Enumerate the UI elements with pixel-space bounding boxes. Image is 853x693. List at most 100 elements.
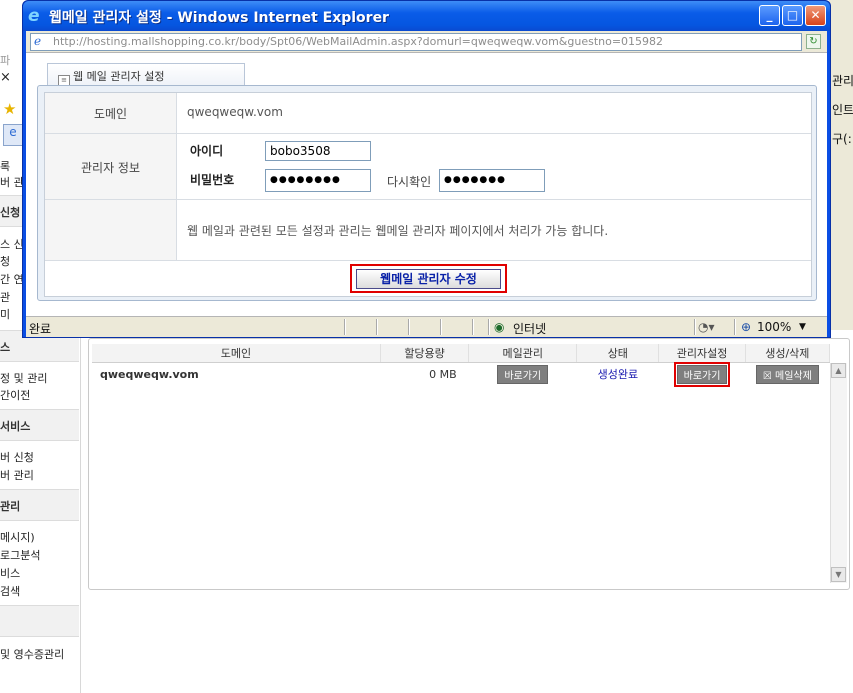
maximize-icon[interactable]: □ <box>782 5 803 26</box>
label-cell: 관리자 정보 <box>45 134 177 199</box>
sidebar-fragment[interactable]: 청 <box>0 253 10 269</box>
domain-cell: qweqweqw.vom <box>100 367 199 381</box>
close-icon[interactable]: × <box>0 70 11 85</box>
sidebar-item[interactable]: 로그분석 <box>0 547 40 563</box>
column-header: 상태 <box>576 344 660 363</box>
status-text: 완료 <box>29 322 52 336</box>
password-label: 비밀번호 <box>190 173 235 187</box>
domain-label: 도메인 <box>93 107 128 121</box>
minimize-icon[interactable]: _ <box>759 5 780 26</box>
update-admin-button[interactable]: 웹메일 관리자 수정 <box>356 269 501 289</box>
background-toolbar-right <box>829 0 853 330</box>
password-confirm-label: 다시확인 <box>387 175 432 189</box>
sidebar-item[interactable]: 메시지) <box>0 529 35 545</box>
delete-box-icon: ☒ <box>762 370 775 382</box>
column-header: 도메인 <box>92 344 381 363</box>
divider <box>488 319 490 335</box>
table-header-row: 도메인 할당용량 메일관리 상태 관리자설정 생성/삭제 <box>92 344 831 363</box>
page-status-icon[interactable]: ↻ <box>806 34 821 49</box>
column-header: 관리자설정 <box>658 344 746 363</box>
globe-icon: ◉ <box>494 320 505 334</box>
sidebar-fragment[interactable]: 간 연 <box>0 271 24 287</box>
sidebar-fragment: 파 <box>0 54 11 67</box>
page-icon: ℯ <box>34 34 42 48</box>
sidebar-item[interactable]: 버 관리 <box>0 467 34 483</box>
domain-value: qweqweqw.vom <box>187 105 283 119</box>
divider <box>440 319 442 335</box>
notice-text: 웹 메일과 관련된 모든 설정과 관리는 웹메일 관리자 페이지에서 처리가 가… <box>187 224 609 238</box>
status-cell: 생성완료 <box>597 368 639 381</box>
admin-goto-button[interactable]: 바로가기 <box>673 361 731 387</box>
label-cell: 도메인 <box>45 93 177 133</box>
mail-delete-button[interactable]: ☒ 메일삭제 <box>755 364 819 384</box>
divider <box>376 319 378 335</box>
tab-label: 웹 메일 관리자 설정 <box>73 70 165 83</box>
mail-goto-button[interactable]: 바로가기 <box>497 364 549 384</box>
sidebar-section: 관리 <box>0 489 79 521</box>
window-title: 웹메일 관리자 설정 - Windows Internet Explorer <box>49 10 389 26</box>
id-label: 아이디 <box>190 144 224 158</box>
table-row: qweqweqw.vom 0 MB 바로가기 생성완료 바로가기 ☒ 메일삭제 <box>92 361 830 387</box>
section-title: 신청 <box>0 206 21 219</box>
mail-manage-cell: 바로가기 <box>469 363 577 386</box>
url-field[interactable]: ℯ http://hosting.mallshopping.co.kr/body… <box>30 33 802 51</box>
column-header: 메일관리 <box>468 344 578 363</box>
background-fragment: 관리 <box>832 74 853 88</box>
divider <box>472 319 474 335</box>
password-input[interactable]: ●●●●●●●● <box>265 169 371 192</box>
sidebar-item[interactable]: 간이전 <box>0 387 30 403</box>
section-title: 서비스 <box>0 420 31 433</box>
favorites-star-icon[interactable]: ★ <box>3 100 19 118</box>
sidebar-item[interactable]: 비스 <box>0 565 20 581</box>
scroll-up-icon[interactable]: ▲ <box>831 363 846 378</box>
admin-info-row: 관리자 정보 아이디 비밀번호 ●●●●●●●● 다시확인 ●●●●●●● <box>45 134 811 200</box>
url-text: http://hosting.mallshopping.co.kr/body/S… <box>53 35 664 48</box>
address-bar: ℯ http://hosting.mallshopping.co.kr/body… <box>26 31 827 53</box>
section-title: 관리 <box>0 500 21 513</box>
mail-domain-table: 도메인 할당용량 메일관리 상태 관리자설정 생성/삭제 qweqweqw.vo… <box>92 344 831 387</box>
sidebar-item[interactable]: 버 신청 <box>0 449 34 465</box>
sidebar-item[interactable]: 및 영수증관리 <box>0 646 64 662</box>
quota-cell: 0 MB <box>429 367 457 381</box>
tab-bar: ≡ 웹 메일 관리자 설정 <box>26 53 827 89</box>
label-cell <box>45 200 177 260</box>
status-bar: 완료 ◉ 인터넷 ◔▾ ⊕ 100% ▼ <box>26 316 827 337</box>
admin-setting-cell: 바로가기 <box>659 361 745 387</box>
domain-row: 도메인 qweqweqw.vom <box>45 93 811 134</box>
sidebar-fragment: 록 <box>0 160 11 173</box>
zoom-level[interactable]: 100% <box>757 320 791 334</box>
zoom-dropdown-icon[interactable]: ▼ <box>799 322 806 332</box>
sidebar-item[interactable]: 정 및 관리 <box>0 370 47 386</box>
zone-text: 인터넷 <box>513 322 547 336</box>
background-fragment: 구(: <box>832 132 852 146</box>
close-window-icon[interactable]: ✕ <box>805 5 826 26</box>
divider <box>694 319 696 335</box>
admin-info-label: 관리자 정보 <box>80 161 140 175</box>
zoom-icon[interactable]: ⊕ <box>741 320 751 334</box>
title-bar[interactable]: e 웹메일 관리자 설정 - Windows Internet Explorer… <box>23 1 830 31</box>
sidebar-fragment[interactable]: 버 관 <box>0 174 24 190</box>
submit-highlight: 웹메일 관리자 수정 <box>350 264 507 293</box>
id-input[interactable] <box>265 141 371 161</box>
divider <box>408 319 410 335</box>
background-fragment: 인트 <box>832 103 853 117</box>
section-title: 스 <box>0 341 11 354</box>
tab-webmail-admin[interactable]: ≡ 웹 메일 관리자 설정 <box>47 63 245 88</box>
column-header: 생성/삭제 <box>745 344 831 363</box>
create-delete-cell: ☒ 메일삭제 <box>745 363 829 386</box>
sidebar-fragment[interactable]: 관 <box>0 289 10 305</box>
divider <box>344 319 346 335</box>
notice-row: 웹 메일과 관련된 모든 설정과 관리는 웹메일 관리자 페이지에서 처리가 가… <box>45 200 811 261</box>
divider <box>734 319 736 335</box>
sidebar-fragment[interactable]: 스 신 <box>0 236 24 252</box>
mail-delete-label: 메일삭제 <box>775 370 812 382</box>
sidebar-item[interactable]: 검색 <box>0 583 20 599</box>
scroll-down-icon[interactable]: ▼ <box>831 567 846 582</box>
sidebar-fragment[interactable]: 미 <box>0 306 10 322</box>
sidebar-section: 서비스 <box>0 409 79 441</box>
password-confirm-input[interactable]: ●●●●●●● <box>439 169 545 192</box>
protected-mode-icon[interactable]: ◔▾ <box>698 320 715 334</box>
table-vertical-scrollbar[interactable]: ▲ ▼ <box>830 363 847 583</box>
ie-tab-icon[interactable]: e <box>3 124 23 146</box>
column-header: 할당용량 <box>380 344 470 363</box>
